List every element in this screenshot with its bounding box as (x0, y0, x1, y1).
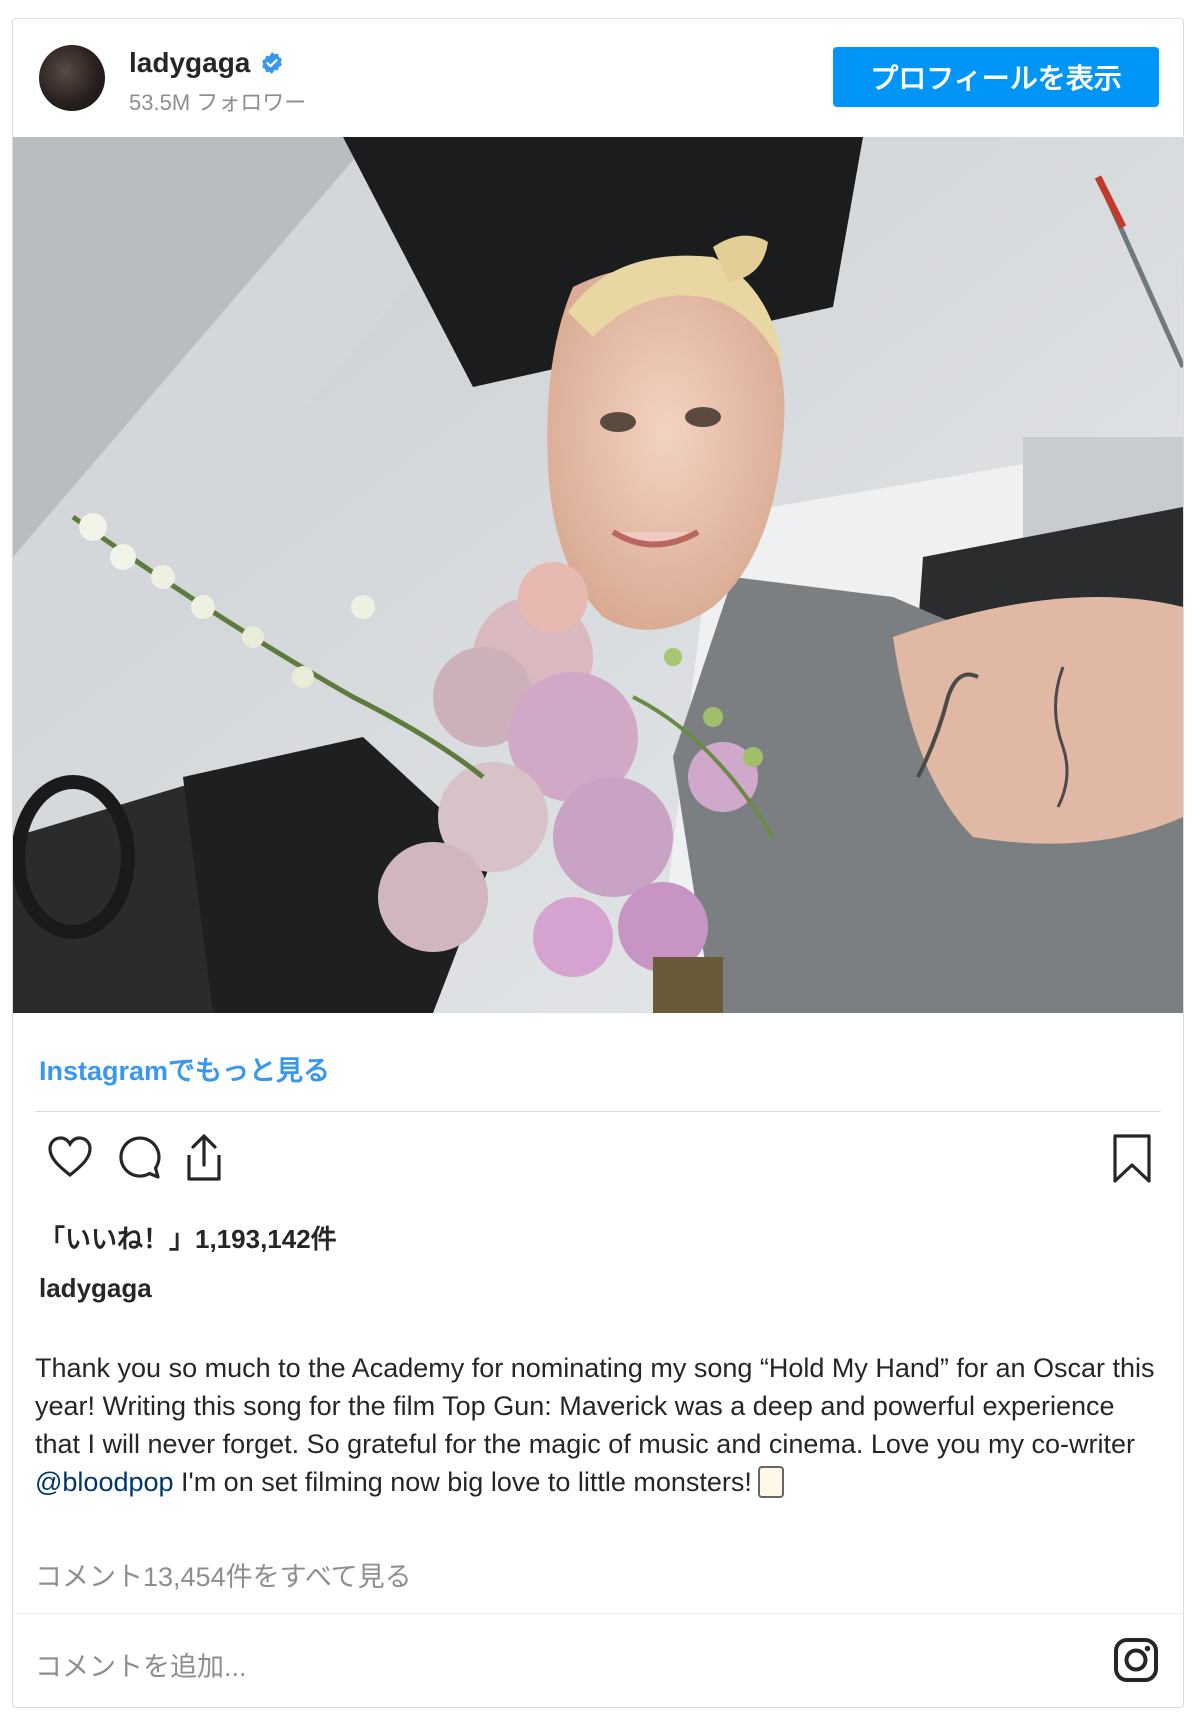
like-count[interactable]: 「いいね！」1,193,142件 (39, 1219, 337, 1256)
caption-text: Thank you so much to the Academy for nom… (35, 1349, 1165, 1501)
selfie-with-flowers-image (13, 137, 1183, 1013)
action-bar (35, 1127, 1161, 1191)
username-row: ladygaga (129, 47, 284, 79)
instagram-embed-card: ladygaga 53.5M フォロワー プロフィールを表示 Instagram… (12, 18, 1184, 1708)
verified-badge-icon (262, 52, 283, 74)
username[interactable]: ladygaga (129, 47, 250, 79)
divider (13, 1613, 1183, 1614)
view-profile-button[interactable]: プロフィールを表示 (833, 47, 1159, 107)
caption-username[interactable]: ladygaga (39, 1273, 152, 1304)
bookmark-icon[interactable] (1111, 1133, 1153, 1185)
caption-body: Thank you so much to the Academy for nom… (35, 1353, 1155, 1459)
view-more-on-instagram-link[interactable]: Instagramでもっと見る (39, 1049, 330, 1088)
share-icon[interactable] (181, 1133, 227, 1183)
comment-icon[interactable] (113, 1133, 163, 1181)
post-photo[interactable] (13, 137, 1183, 1013)
instagram-logo-icon[interactable] (1113, 1637, 1159, 1683)
follower-count: 53.5M フォロワー (129, 90, 307, 115)
caption-body-end: I'm on set filming now big love to littl… (173, 1467, 752, 1497)
add-comment-input[interactable]: コメントを追加... (35, 1645, 247, 1684)
view-all-comments-link[interactable]: コメント13,454件をすべて見る (35, 1555, 412, 1594)
post-header: ladygaga 53.5M フォロワー プロフィールを表示 (13, 19, 1183, 137)
divider (35, 1111, 1161, 1112)
avatar[interactable] (39, 45, 105, 111)
emoji-icon (757, 1465, 784, 1498)
heart-icon[interactable] (45, 1133, 95, 1181)
mention-link[interactable]: @bloodpop (35, 1467, 174, 1497)
